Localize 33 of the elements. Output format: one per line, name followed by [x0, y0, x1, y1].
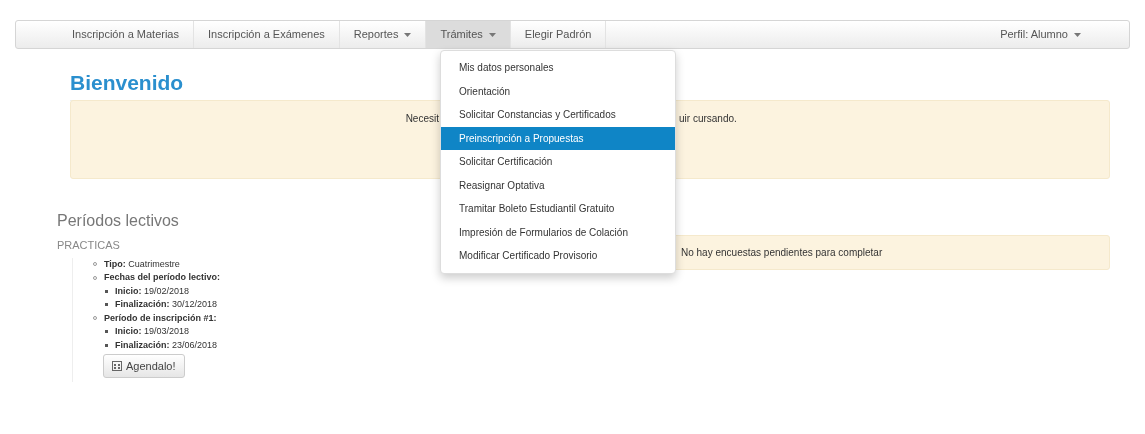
alert-text: uir cursando.	[679, 112, 737, 125]
nav-link[interactable]: Inscripción a Exámenes	[194, 21, 340, 48]
list-item-text: Inicio: 19/03/2018	[115, 325, 190, 338]
list-bullet-icon	[105, 289, 108, 293]
list-bullet-icon	[105, 303, 108, 307]
nav-link[interactable]: Inscripción a Materias	[58, 21, 194, 48]
menu-item[interactable]: Reasignar Optativa	[441, 173, 675, 197]
menu-item[interactable]: Solicitar Constancias y Certificados	[441, 103, 675, 127]
menu-item[interactable]: Tramitar Boleto Estudiantil Gratuito	[441, 197, 675, 221]
list-item-text: Finalización: 23/06/2018	[115, 338, 218, 352]
alert-text: No hay encuestas pendientes para completar	[681, 246, 883, 260]
menu-item[interactable]: Orientación	[441, 79, 675, 103]
schedule-button[interactable]: Agendalo!	[103, 354, 185, 378]
list-item-text: Tipo: Cuatrimestre	[104, 257, 180, 271]
list-bullet-icon	[105, 330, 108, 334]
menu-item[interactable]: Mis datos personales	[441, 56, 675, 80]
menu-item[interactable]: Solicitar Certificación	[441, 150, 675, 174]
list-item-text: Fechas del período lectivo:	[104, 271, 221, 284]
list-bullet-icon	[105, 343, 108, 347]
list-item-text: Inicio: 19/02/2018	[115, 284, 190, 298]
section-title: Períodos lectivos	[57, 211, 180, 231]
nav-link[interactable]: Trámites	[426, 21, 511, 48]
list-item-text: Finalización: 30/12/2018	[115, 298, 218, 311]
profile-menu[interactable]: Perfil: Alumno	[992, 21, 1089, 48]
menu-item[interactable]: Impresión de Formularios de Colación	[441, 220, 675, 244]
nav-link[interactable]: Elegir Padrón	[510, 21, 607, 48]
list-item-text: Período de inscripción #1:	[104, 311, 217, 325]
section-subtitle: PRACTICAS	[57, 238, 120, 253]
calendar-icon	[112, 361, 122, 371]
menu-item[interactable]: Preinscripción a Propuestas	[441, 126, 675, 150]
menu-item[interactable]: Modificar Certificado Provisorio	[441, 244, 675, 268]
alert-text: Necesit	[404, 112, 439, 125]
page-title: Bienvenido	[70, 70, 184, 96]
